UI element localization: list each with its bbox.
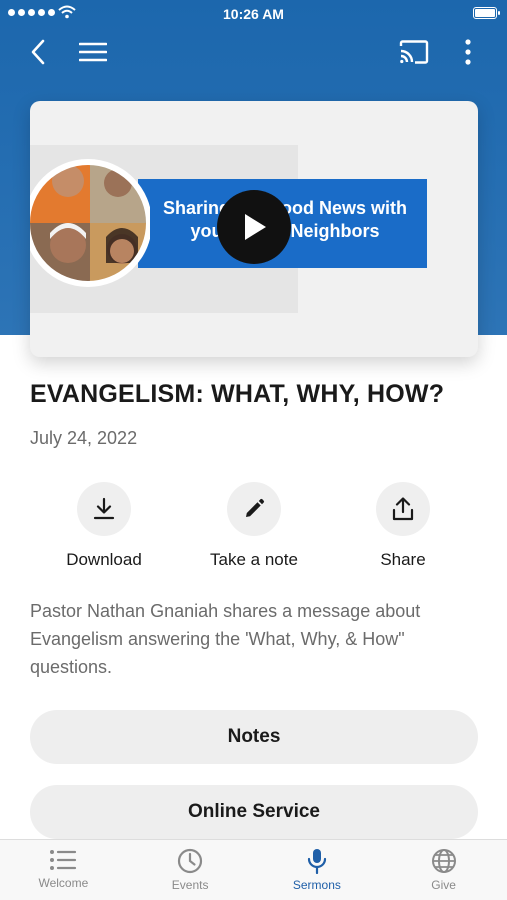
play-icon: [245, 214, 266, 240]
sermon-date: July 24, 2022: [30, 428, 138, 448]
chevron-left-icon: [31, 39, 45, 65]
top-nav: [0, 30, 507, 74]
tab-give[interactable]: Give: [380, 840, 507, 900]
sermon-title: EVANGELISM: WHAT, WHY, HOW?: [30, 380, 445, 408]
hamburger-icon: [79, 42, 107, 62]
download-button[interactable]: [77, 482, 131, 536]
share-label: Share: [380, 550, 426, 569]
tab-give-label: Give: [431, 878, 456, 892]
tab-welcome-label: Welcome: [38, 876, 89, 890]
status-bar: 10:26 AM: [0, 0, 507, 28]
microphone-icon: [307, 849, 326, 874]
take-note-label: Take a note: [210, 550, 298, 569]
pencil-icon: [246, 498, 265, 517]
tab-sermons-label: Sermons: [292, 878, 341, 892]
clock-icon: [178, 848, 203, 874]
download-icon: [93, 497, 115, 520]
online-service-button[interactable]: Online Service: [30, 785, 478, 839]
tab-welcome[interactable]: Welcome: [0, 840, 127, 900]
sermon-description: Pastor Nathan Gnaniah shares a message a…: [30, 601, 421, 677]
menu-button[interactable]: [71, 30, 115, 74]
notes-button[interactable]: Notes: [30, 710, 478, 764]
more-vertical-icon: [465, 39, 471, 65]
cast-icon: [399, 40, 429, 64]
video-player[interactable]: Sharing the Good News with your Hindu Ne…: [30, 101, 478, 357]
download-label: Download: [66, 550, 142, 569]
take-note-action[interactable]: Take a note: [179, 482, 329, 570]
tab-sermons[interactable]: Sermons: [254, 840, 381, 900]
cast-button[interactable]: [392, 30, 436, 74]
status-time: 10:26 AM: [223, 6, 284, 22]
globe-icon: [431, 849, 456, 873]
list-icon: [50, 850, 77, 870]
play-button[interactable]: [217, 190, 291, 264]
download-action[interactable]: Download: [29, 482, 179, 570]
people-photo-collage: [30, 159, 150, 287]
share-button[interactable]: [376, 482, 430, 536]
battery-icon: [473, 7, 500, 19]
tab-events-label: Events: [171, 878, 209, 892]
take-note-button[interactable]: [227, 482, 281, 536]
bottom-tab-bar: Welcome Events Sermons Give: [0, 839, 507, 900]
back-button[interactable]: [16, 30, 60, 74]
share-icon: [392, 497, 414, 521]
share-action[interactable]: Share: [328, 482, 478, 570]
more-options-button[interactable]: [446, 30, 490, 74]
tab-events[interactable]: Events: [127, 840, 254, 900]
